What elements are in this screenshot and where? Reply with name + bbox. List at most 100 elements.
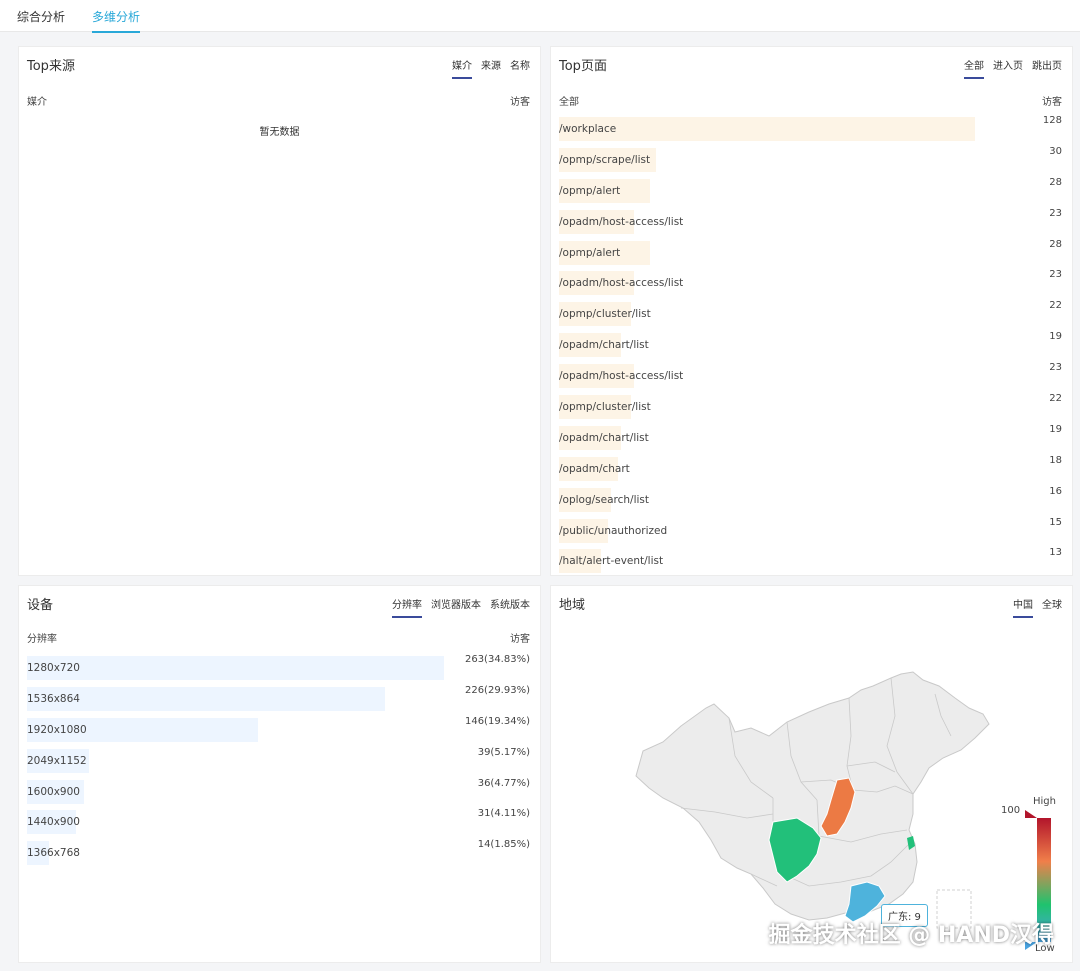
visitor-count: 30: [1049, 145, 1062, 157]
table-row[interactable]: /oplog/search/list 16: [559, 486, 1062, 517]
visitor-count: 36(4.77%): [477, 777, 530, 789]
top-tab-bar: 综合分析 多维分析: [0, 0, 1080, 33]
devices-title: 设备: [27, 598, 54, 613]
visitor-count: 39(5.17%): [477, 746, 530, 758]
legend-high-label: High: [1033, 796, 1056, 807]
table-row[interactable]: /opadm/host-access/list 23: [559, 208, 1062, 239]
top-pages-panel: Top页面 全部 进入页 跳出页 全部 访客 /workplace 128/opm…: [550, 46, 1073, 576]
tab-overall-analysis[interactable]: 综合分析: [17, 8, 65, 31]
page-path: /opadm/host-access/list: [559, 370, 684, 383]
page-path: /opadm/chart: [559, 462, 630, 475]
table-row[interactable]: /opadm/chart/list 19: [559, 331, 1062, 362]
visitor-count: 146(19.34%): [464, 715, 530, 727]
visitor-count: 28: [1049, 176, 1062, 188]
page-path: /opadm/host-access/list: [559, 215, 684, 228]
visitor-count: 28: [1049, 238, 1062, 250]
resolution-label: 2049x1152: [27, 754, 87, 767]
table-row[interactable]: /opmp/cluster/list 22: [559, 300, 1062, 331]
visitor-count: 22: [1049, 300, 1062, 312]
page-path: /opmp/cluster/list: [559, 401, 651, 414]
table-row[interactable]: 1600x900 36(4.77%): [27, 778, 530, 809]
resolution-label: 1600x900: [27, 785, 80, 798]
page-path: /opadm/host-access/list: [559, 277, 684, 290]
page-path: /opmp/scrape/list: [559, 153, 651, 166]
table-row[interactable]: 2049x1152 39(5.17%): [27, 747, 530, 778]
legend-max-value: 100: [1001, 805, 1021, 816]
top-pages-list: /workplace 128/opmp/scrape/list 30/opmp/al…: [559, 115, 1062, 578]
tab-browser-version[interactable]: 浏览器版本: [431, 596, 481, 618]
top-sources-panel: Top来源 媒介 来源 名称 媒介 访客 暂无数据: [18, 46, 541, 576]
resolution-label: 1280x720: [27, 662, 80, 674]
table-row[interactable]: /opadm/chart 18: [559, 455, 1062, 486]
devices-list: 1280x720 263(34.83%) 1536x864 226(29.93%) 19…: [27, 654, 530, 870]
visitor-count: 15: [1049, 516, 1062, 528]
table-row[interactable]: /workplace 128: [559, 115, 1062, 146]
devices-panel: 设备 分辨率 浏览器版本 系统版本 分辨率 访客 1280x720 263(34.…: [18, 585, 541, 963]
tab-medium[interactable]: 媒介: [452, 57, 472, 79]
page-path: /public/unauthorized: [559, 524, 668, 537]
column-header-visitors: 访客: [1042, 97, 1062, 108]
visitor-count: 263(34.83%): [464, 654, 530, 665]
page-path: /oplog/search/list: [559, 493, 650, 506]
tab-os-version[interactable]: 系统版本: [490, 596, 530, 618]
page-path: /workplace: [559, 123, 617, 135]
top-sources-title: Top来源: [27, 59, 75, 74]
page-path: /halt/alert-event/list: [559, 555, 664, 568]
empty-state-text: 暂无数据: [259, 127, 300, 138]
visitor-count: 23: [1049, 207, 1062, 219]
visitor-count: 13: [1049, 547, 1062, 559]
top-sources-tabs: 媒介 来源 名称: [452, 57, 530, 79]
table-row[interactable]: 1440x900 31(4.11%): [27, 808, 530, 839]
visitor-count: 226(29.93%): [464, 684, 530, 696]
column-header-visitors: 访客: [510, 634, 530, 645]
page-path: /opadm/chart/list: [559, 431, 649, 444]
visitor-count: 31(4.11%): [477, 808, 530, 820]
table-row[interactable]: /opadm/host-access/list 23: [559, 362, 1062, 393]
table-row[interactable]: 1536x864 226(29.93%): [27, 685, 530, 716]
tab-multi-dimension-analysis[interactable]: 多维分析: [92, 8, 141, 33]
visitor-bar: [27, 686, 386, 711]
visitor-count: 16: [1049, 485, 1062, 497]
visitor-count: 128: [1042, 115, 1062, 126]
visitor-count: 14(1.85%): [477, 839, 530, 851]
watermark: 掘金技术社区 @ HAND汉得: [768, 923, 1054, 948]
column-header-resolution: 分辨率: [27, 634, 57, 645]
tab-source[interactable]: 来源: [481, 57, 501, 79]
visitor-count: 22: [1049, 393, 1062, 405]
resolution-label: 1920x1080: [27, 723, 87, 736]
table-row[interactable]: /opadm/host-access/list 23: [559, 269, 1062, 300]
region-panel: 地域 中国 全球 High 100 Low 广东: 9: [550, 585, 1073, 963]
tab-entry-page[interactable]: 进入页: [993, 57, 1023, 79]
china-map[interactable]: [551, 586, 1074, 964]
legend-high-handle[interactable]: [1025, 810, 1037, 818]
table-row[interactable]: /opmp/scrape/list 30: [559, 146, 1062, 177]
tab-all[interactable]: 全部: [964, 57, 984, 79]
resolution-label: 1366x768: [27, 847, 80, 860]
visitor-count: 23: [1049, 269, 1062, 281]
map-region-mainland: [635, 671, 990, 921]
visitor-count: 18: [1049, 454, 1062, 466]
visitor-bar: [559, 117, 975, 141]
visitor-bar: [27, 656, 444, 680]
visitor-count: 23: [1049, 362, 1062, 374]
table-row[interactable]: /public/unauthorized 15: [559, 517, 1062, 548]
visitor-count: 19: [1049, 331, 1062, 343]
top-pages-title: Top页面: [559, 59, 607, 74]
column-header-all: 全部: [559, 97, 579, 108]
column-header-visitors: 访客: [510, 97, 530, 108]
table-row[interactable]: /opmp/alert 28: [559, 177, 1062, 208]
tab-exit-page[interactable]: 跳出页: [1032, 57, 1062, 79]
table-row[interactable]: /opmp/cluster/list 22: [559, 393, 1062, 424]
page-path: /opmp/alert: [559, 246, 621, 259]
tab-name[interactable]: 名称: [510, 57, 530, 79]
tab-resolution[interactable]: 分辨率: [392, 596, 422, 618]
top-pages-tabs: 全部 进入页 跳出页: [964, 57, 1062, 79]
table-row[interactable]: 1280x720 263(34.83%): [27, 654, 530, 685]
devices-tabs: 分辨率 浏览器版本 系统版本: [392, 596, 530, 618]
table-row[interactable]: /halt/alert-event/list 13: [559, 547, 1062, 578]
column-header-medium: 媒介: [27, 97, 47, 108]
table-row[interactable]: /opadm/chart/list 19: [559, 424, 1062, 455]
table-row[interactable]: 1920x1080 146(19.34%): [27, 716, 530, 747]
table-row[interactable]: 1366x768 14(1.85%): [27, 839, 530, 870]
table-row[interactable]: /opmp/alert 28: [559, 239, 1062, 270]
